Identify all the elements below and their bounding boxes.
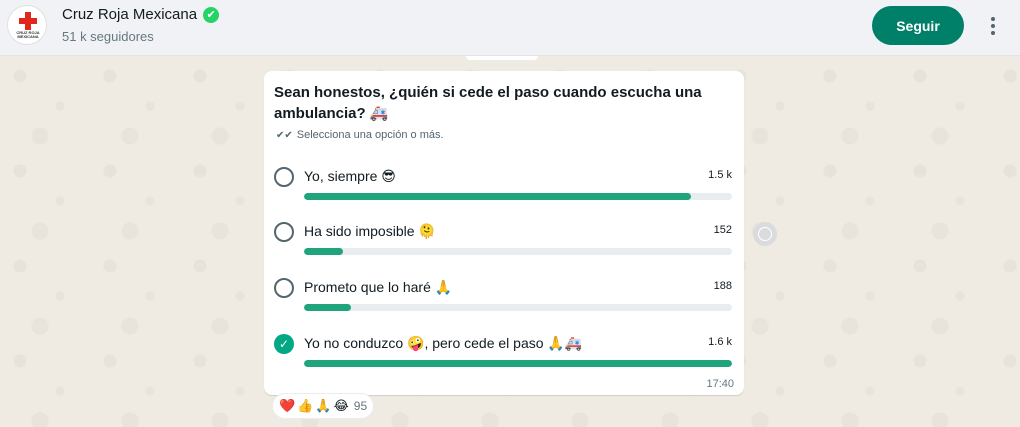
poll-progress-fill [304,304,352,311]
poll-progress-track [304,248,732,255]
poll-hint: ✔✔ Selecciona una opción o más. [276,129,444,141]
poll-option-label: Ha sido imposible 🫠 [304,223,436,239]
poll-option-count: 152 [713,224,732,236]
heart-reaction: ❤️ [279,398,296,413]
reaction-count: 95 [353,399,368,413]
channel-name[interactable]: Cruz Roja Mexicana ✔ [62,6,220,23]
radio-button[interactable] [274,222,294,242]
message-timestamp: 17:40 [706,378,734,390]
radio-button[interactable] [274,278,294,298]
more-vertical-icon[interactable] [982,14,1004,38]
poll-progress-fill [304,360,732,367]
thumbs-up-reaction: 👍 [297,398,314,413]
poll-progress-track [304,360,732,367]
poll-option-count: 1.5 k [708,169,732,181]
pray-reaction: 🙏 [315,398,332,413]
followers-count: 51 k seguidores [62,29,154,44]
poll-progress-track [304,193,732,200]
poll-option-label: Yo no conduzco 🤪, pero cede el paso 🙏🚑 [304,335,583,351]
channel-name-text: Cruz Roja Mexicana [62,6,198,23]
poll-option[interactable]: ✓ Yo no conduzco 🤪, pero cede el paso 🙏🚑… [274,333,734,373]
poll-option-label: Yo, siempre 😎 [304,168,396,184]
double-check-icon: ✔✔ [276,129,293,141]
poll-option[interactable]: Prometo que lo haré 🙏 188 [274,277,734,317]
laughing-reaction: 😂 [333,398,349,413]
verified-badge-icon: ✔ [203,6,220,23]
follow-button[interactable]: Seguir [872,6,964,45]
previous-message-edge [466,56,538,60]
radio-button[interactable] [274,167,294,187]
reactions-bar[interactable]: ❤️ 👍 🙏 😂 95 [272,393,375,419]
poll-option-count: 188 [713,280,732,292]
poll-question: Sean honestos, ¿quién si cede el paso cu… [274,84,702,122]
emoji-react-icon[interactable] [753,222,777,246]
poll-progress-track [304,304,732,311]
poll-option[interactable]: Yo, siempre 😎 1.5 k [274,166,734,206]
channel-avatar[interactable]: CRUZ ROJA MEXICANA [7,5,47,45]
poll-option-count: 1.6 k [708,336,732,348]
checked-radio-icon[interactable]: ✓ [274,334,294,354]
poll-option-label: Prometo que lo haré 🙏 [304,279,453,295]
poll-progress-fill [304,248,343,255]
logo-text: CRUZ ROJA MEXICANA [16,30,40,39]
poll-option[interactable]: Ha sido imposible 🫠 152 [274,221,734,261]
poll-progress-fill [304,193,692,200]
poll-hint-text: Selecciona una opción o más. [296,129,444,141]
poll-message: Sean honestos, ¿quién si cede el paso cu… [264,71,744,395]
channel-header: CRUZ ROJA MEXICANA Cruz Roja Mexicana ✔ … [0,0,1020,56]
red-cross-icon-bar [19,18,37,24]
